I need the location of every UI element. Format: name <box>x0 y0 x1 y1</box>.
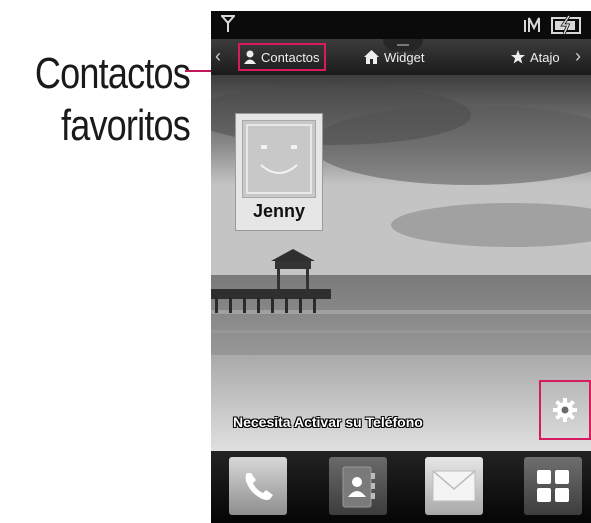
activation-notice: Necesita Activar su Teléfono <box>233 414 423 430</box>
tab-contactos[interactable]: Contactos <box>238 43 326 71</box>
phone-icon <box>245 473 273 500</box>
tab-label: Atajo <box>530 49 560 65</box>
contact-name: Jenny <box>252 201 306 221</box>
home-icon <box>364 50 379 64</box>
dock-bar <box>211 451 591 523</box>
tab-widget[interactable]: Widget <box>364 46 424 68</box>
smiley-avatar-icon <box>246 124 312 194</box>
tab-bar: ‹ Contactos Widget Atajo › <box>211 39 591 75</box>
favorite-contact-card[interactable]: Jenny <box>235 113 323 231</box>
signal-icon <box>219 15 237 38</box>
person-icon <box>244 50 256 64</box>
dock-phone-button[interactable] <box>229 457 287 515</box>
callout-label: Contactos favoritos <box>34 48 191 152</box>
contacts-icon <box>342 466 375 508</box>
status-bar <box>211 11 591 39</box>
callout-line2: favoritos <box>61 101 191 150</box>
dock-menu-button[interactable] <box>524 457 582 515</box>
tab-atajo[interactable]: Atajo <box>511 46 560 68</box>
gear-icon <box>553 398 577 422</box>
menu-grid-icon <box>537 470 569 502</box>
message-icon <box>432 470 476 502</box>
battery-icon <box>551 15 583 40</box>
star-icon <box>511 50 525 64</box>
chevron-right-icon[interactable]: › <box>575 47 581 65</box>
dock-contacts-button[interactable] <box>329 457 387 515</box>
dock-message-button[interactable] <box>425 457 483 515</box>
chevron-left-icon[interactable]: ‹ <box>215 47 221 65</box>
callout-line1: Contactos <box>34 49 191 98</box>
tab-label: Contactos <box>261 49 320 65</box>
tab-label: Widget <box>384 49 425 65</box>
phone-screen: ‹ Contactos Widget Atajo › Jenny Necesit… <box>211 11 591 523</box>
contact-placeholder-photo <box>242 120 316 198</box>
settings-button[interactable] <box>539 380 591 440</box>
home-wallpaper: Jenny Necesita Activar su Teléfono <box>211 75 591 451</box>
network-icon <box>524 16 544 39</box>
